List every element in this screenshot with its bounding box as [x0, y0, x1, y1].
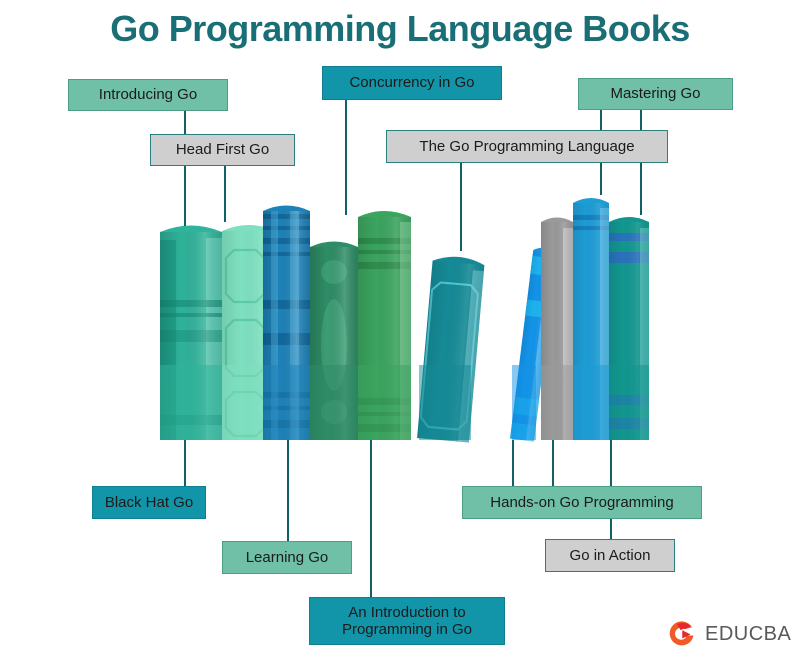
- label-an-introduction-to-programming-in-go-text: An Introduction to Programming in Go: [341, 603, 473, 638]
- label-head-first-go-text: Head First Go: [175, 141, 270, 159]
- connector-the-go-programming-language-to-book-teal: [640, 163, 642, 215]
- connector-the-go-programming-language-to-book: [460, 163, 462, 251]
- label-hands-on-go-programming[interactable]: Hands-on Go Programming: [462, 486, 702, 519]
- label-concurrency-in-go[interactable]: Concurrency in Go: [322, 66, 502, 100]
- connector-hands-on-go-programming-to-book-a: [512, 440, 514, 486]
- connector-hands-on-go-programming-to-go-in-action: [610, 519, 612, 539]
- connector-head-first-go-to-book: [224, 166, 226, 222]
- connector-introducing-go-to-book: [184, 166, 186, 226]
- label-head-first-go[interactable]: Head First Go: [150, 134, 295, 166]
- label-black-hat-go-text: Black Hat Go: [104, 493, 194, 511]
- connector-mastering-go-to-box-left: [600, 110, 602, 130]
- label-go-in-action[interactable]: Go in Action: [545, 539, 675, 572]
- connector-concurrency-in-go-to-book: [345, 100, 347, 215]
- label-learning-go[interactable]: Learning Go: [222, 541, 352, 574]
- connector-an-introduction-to-programming-in-go-to-book: [370, 440, 372, 597]
- connector-the-go-programming-language-to-book-blue: [600, 163, 602, 195]
- connector-hands-on-go-programming-to-book-b: [552, 440, 554, 486]
- connector-mastering-go-to-box-right: [640, 110, 642, 130]
- label-black-hat-go[interactable]: Black Hat Go: [92, 486, 206, 519]
- label-introducing-go-text: Introducing Go: [98, 86, 198, 104]
- educba-logo-text: EDUCBA: [705, 622, 792, 645]
- label-an-introduction-to-programming-in-go[interactable]: An Introduction to Programming in Go: [309, 597, 505, 645]
- infographic-canvas: Go Programming Language Books Introducin…: [0, 0, 800, 671]
- connector-introducing-go-to-box: [184, 111, 186, 134]
- label-hands-on-go-programming-text: Hands-on Go Programming: [490, 493, 674, 511]
- connector-black-hat-go-to-book: [184, 440, 186, 486]
- label-mastering-go[interactable]: Mastering Go: [578, 78, 733, 110]
- educba-e-icon: [669, 621, 694, 646]
- label-go-in-action-text: Go in Action: [569, 546, 651, 564]
- label-the-go-programming-language[interactable]: The Go Programming Language: [386, 130, 668, 163]
- educba-logo[interactable]: EDUCBA: [668, 619, 791, 649]
- label-learning-go-text: Learning Go: [245, 548, 329, 566]
- label-introducing-go[interactable]: Introducing Go: [68, 79, 228, 111]
- connector-learning-go-to-book: [287, 440, 289, 541]
- label-the-go-programming-language-text: The Go Programming Language: [419, 137, 635, 155]
- label-concurrency-in-go-text: Concurrency in Go: [349, 74, 475, 92]
- label-mastering-go-text: Mastering Go: [610, 85, 701, 103]
